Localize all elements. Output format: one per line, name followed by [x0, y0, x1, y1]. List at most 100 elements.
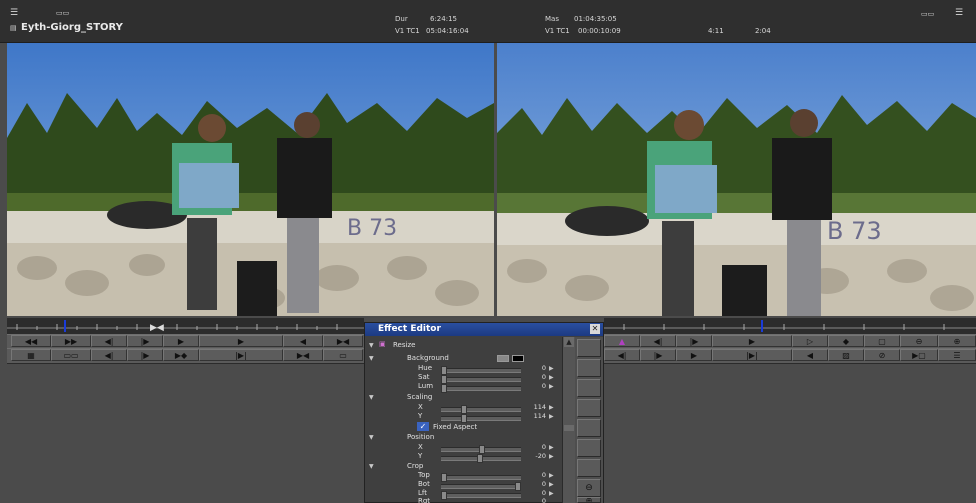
zoom-out-icon[interactable]: ⊖ — [900, 335, 938, 347]
rec-prev-edit-button[interactable]: ◀| — [604, 349, 640, 361]
param-scale-y-arrow-icon[interactable]: ▶ — [549, 413, 554, 420]
trim-button[interactable]: ◆ — [828, 335, 864, 347]
effect-mode-button[interactable]: ▨ — [828, 349, 864, 361]
param-crop-top-thumb[interactable] — [441, 473, 447, 482]
effect-editor-titlebar[interactable]: Effect Editor ✕ — [365, 323, 603, 336]
mark-out-button[interactable]: ▶ — [163, 335, 199, 347]
param-crop-bot-slider[interactable] — [441, 482, 521, 491]
menu-icon[interactable]: ☰ — [10, 8, 18, 18]
mark-in-button[interactable]: ◀ — [283, 335, 323, 347]
param-pos-x-arrow-icon[interactable]: ▶ — [549, 444, 554, 451]
param-crop-lft-slider[interactable] — [441, 491, 521, 500]
background-swatch-light[interactable] — [497, 355, 509, 362]
param-hue-arrow-icon[interactable]: ▶ — [549, 365, 554, 372]
tool-slot-2[interactable] — [577, 359, 601, 377]
param-pos-y-thumb[interactable] — [477, 454, 483, 463]
param-crop-top-arrow-icon[interactable]: ▶ — [549, 472, 554, 479]
mark-clip-button[interactable]: ▶◀ — [323, 335, 363, 347]
param-hue-thumb[interactable] — [441, 366, 447, 375]
play-button[interactable]: ▶ — [199, 335, 283, 347]
grid-icon[interactable]: ▦ — [11, 349, 51, 361]
fast-forward-button[interactable]: ▶▶ — [51, 335, 91, 347]
step-forward-button[interactable]: |▶ — [127, 335, 163, 347]
collapse-resize-icon[interactable]: ▼ — [369, 342, 374, 349]
clear-marks-icon[interactable]: ⊘ — [864, 349, 900, 361]
param-scale-x-slider[interactable] — [441, 405, 521, 414]
collapse-position-icon[interactable]: ▼ — [369, 434, 374, 441]
render-button[interactable]: ▶▢ — [900, 349, 938, 361]
filmstrip-icon-right[interactable]: ▭▭ — [921, 10, 934, 18]
collapse-background-icon[interactable]: ▼ — [369, 355, 374, 362]
rec-play-button[interactable]: ▶ — [712, 335, 792, 347]
rec-play-forward-button[interactable]: ▷ — [792, 335, 828, 347]
go-to-out-button[interactable]: ▶◆ — [163, 349, 199, 361]
rec-mark-in-button[interactable]: ◀ — [792, 349, 828, 361]
background-swatch-dark[interactable] — [512, 355, 524, 362]
splice-button[interactable]: ▶◀ — [283, 349, 323, 361]
collapse-crop-icon[interactable]: ▼ — [369, 463, 374, 470]
filmstrip-icon[interactable]: ▭▭ — [56, 9, 69, 17]
overwrite-button[interactable]: ▭ — [323, 349, 363, 361]
fixed-aspect-label: Fixed Aspect — [433, 423, 478, 431]
param-pos-y-arrow-icon[interactable]: ▶ — [549, 453, 554, 460]
tool-slot-6[interactable] — [577, 439, 601, 457]
effect-editor-scrollbar[interactable]: ▲ — [562, 337, 575, 503]
param-pos-x-thumb[interactable] — [479, 445, 485, 454]
param-crop-lft-label: Lft — [418, 489, 427, 497]
source-position-bar[interactable]: ▶◀ — [7, 318, 364, 334]
next-edit-button[interactable]: |▶ — [127, 349, 163, 361]
param-lum-arrow-icon[interactable]: ▶ — [549, 383, 554, 390]
collapse-scaling-icon[interactable]: ▼ — [369, 394, 374, 401]
param-lum-slider[interactable] — [441, 384, 521, 393]
rec-next-edit-button[interactable]: |▶ — [640, 349, 676, 361]
param-sat-arrow-icon[interactable]: ▶ — [549, 374, 554, 381]
record-position-bar[interactable] — [604, 318, 976, 334]
tool-slot-1[interactable] — [577, 339, 601, 357]
filmstrip-button[interactable]: ▭▭ — [51, 349, 91, 361]
dur-value: 6:24:15 — [430, 15, 457, 23]
menu-icon-right[interactable]: ☰ — [955, 8, 963, 18]
param-crop-bot-arrow-icon[interactable]: ▶ — [549, 481, 554, 488]
param-scale-y-slider[interactable] — [441, 414, 521, 423]
param-scale-x-thumb[interactable] — [461, 405, 467, 414]
param-sat-thumb[interactable] — [441, 375, 447, 384]
param-crop-bot-thumb[interactable] — [515, 482, 521, 491]
lift-button[interactable]: ☰ — [938, 349, 976, 361]
mark-in-indicator[interactable]: ▲ — [604, 335, 640, 347]
tool-slot-7[interactable] — [577, 459, 601, 477]
param-pos-y-slider[interactable] — [441, 454, 521, 463]
record-monitor[interactable]: B 73 — [497, 43, 976, 316]
mas-label: Mas — [545, 15, 559, 23]
prev-edit-button[interactable]: ◀| — [91, 349, 127, 361]
scroll-up-icon[interactable]: ▲ — [564, 337, 574, 347]
zoom-in-tool-icon[interactable]: ⊕ — [577, 497, 601, 503]
rec-step-back-button[interactable]: ◀| — [640, 335, 676, 347]
tool-slot-5[interactable] — [577, 419, 601, 437]
param-crop-top-slider[interactable] — [441, 473, 521, 482]
tool-slot-3[interactable] — [577, 379, 601, 397]
source-monitor[interactable]: B 73 — [7, 43, 494, 316]
param-sat-slider[interactable] — [441, 375, 521, 384]
scroll-thumb[interactable] — [564, 425, 574, 431]
rec-play-in-out-button[interactable]: |▶| — [712, 349, 792, 361]
rewind-button[interactable]: ◀◀ — [11, 335, 51, 347]
step-back-button[interactable]: ◀| — [91, 335, 127, 347]
param-hue-slider[interactable] — [441, 366, 521, 375]
rec-step-forward-button[interactable]: |▶ — [676, 335, 712, 347]
param-scale-y-thumb[interactable] — [461, 414, 467, 423]
param-sat-value: 0 — [541, 373, 546, 381]
tool-slot-4[interactable] — [577, 399, 601, 417]
close-icon[interactable]: ✕ — [590, 324, 600, 334]
param-scale-x-arrow-icon[interactable]: ▶ — [549, 404, 554, 411]
zoom-in-icon[interactable]: ⊕ — [938, 335, 976, 347]
zoom-out-tool-icon[interactable]: ⊖ — [577, 479, 601, 497]
play-in-out-button[interactable]: |▶| — [199, 349, 283, 361]
frame-button[interactable]: ▢ — [864, 335, 900, 347]
fixed-aspect-checkbox[interactable]: ✓ — [417, 422, 429, 431]
param-crop-lft-thumb[interactable] — [441, 491, 447, 500]
param-lum-thumb[interactable] — [441, 384, 447, 393]
rec-mark-out-button[interactable]: ▶ — [676, 349, 712, 361]
param-scale-x-label: X — [418, 403, 423, 411]
param-pos-x-slider[interactable] — [441, 445, 521, 454]
param-crop-lft-arrow-icon[interactable]: ▶ — [549, 490, 554, 497]
